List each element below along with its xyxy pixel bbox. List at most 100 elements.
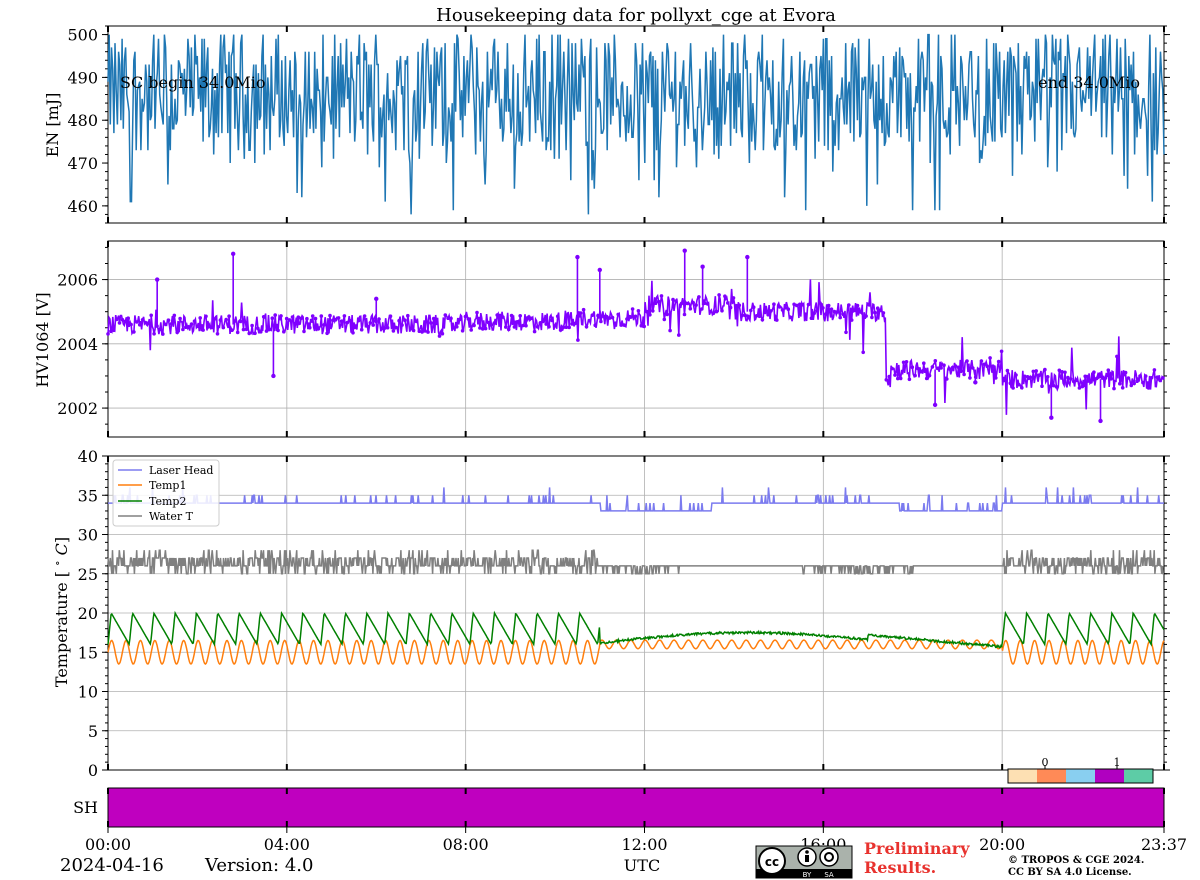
hv-point [1089, 380, 1093, 384]
hv-point [726, 301, 730, 305]
hv-point [440, 331, 445, 336]
hv-spike-point [154, 277, 160, 282]
hv-point [751, 305, 756, 310]
preliminary-line2: Results. [864, 858, 936, 877]
hv-point [662, 317, 667, 322]
hv-point [728, 305, 733, 310]
hv-point [979, 359, 984, 363]
hv-point [648, 313, 652, 317]
hv-point [175, 330, 179, 335]
hv-point [339, 319, 344, 324]
hv-panel: 2002 2004 2006 HV1064 [V] [33, 240, 1170, 438]
hv-point [697, 295, 701, 299]
hv-point [642, 324, 646, 329]
hv-point [991, 364, 995, 369]
hv-point [847, 303, 851, 307]
hv-point [806, 302, 811, 307]
hv-point [890, 366, 894, 371]
hv-point [158, 327, 162, 332]
y-tick-label: 20 [78, 604, 98, 623]
hv-point [818, 301, 822, 305]
hv-point [789, 315, 793, 320]
hv-point [705, 302, 710, 306]
chart-title: Housekeeping data for pollyxt_cge at Evo… [436, 5, 836, 26]
hv-point [149, 313, 153, 318]
hv-point [884, 378, 889, 382]
hv-point [578, 311, 583, 315]
hv-point [1017, 382, 1021, 387]
hv-point [584, 325, 589, 329]
hv-point [815, 309, 819, 313]
hv-point [645, 309, 649, 314]
hv-point [406, 313, 410, 318]
hv-point [924, 376, 929, 381]
hv-point [800, 303, 805, 307]
y-tick-label: 2006 [57, 271, 98, 290]
hv-point [1043, 367, 1047, 372]
hv-point [777, 305, 782, 309]
hv-point [449, 316, 453, 321]
hv-point [443, 313, 448, 317]
hv-point [1080, 384, 1085, 389]
hv-point [809, 316, 814, 321]
hv-point [1097, 372, 1102, 376]
hv-point [230, 328, 234, 333]
hv-point [1103, 376, 1108, 380]
hv-point [414, 319, 419, 324]
hv-spike-point [1098, 418, 1103, 424]
hv-point [354, 324, 358, 328]
hv-point [504, 325, 508, 329]
hv-ylabel: HV1064 [V] [33, 292, 52, 387]
hv-point [849, 318, 854, 322]
hv-point [613, 321, 618, 326]
hv-point [244, 327, 249, 332]
hv-point [212, 317, 217, 321]
x-tick-label: 08:00 [443, 835, 489, 854]
footer-version: Version: 4.0 [204, 855, 313, 876]
hv-point [780, 308, 785, 312]
hv-point [429, 321, 433, 325]
footer-date: 2024-04-16 [60, 855, 164, 876]
hv-point [515, 320, 520, 324]
hv-point [769, 309, 773, 313]
hv-point [1161, 376, 1165, 380]
hv-point [737, 303, 742, 308]
hv-point [302, 329, 306, 334]
hv-point [826, 303, 831, 308]
status-colorbar: 0 1 [1007, 756, 1154, 784]
hv-point [775, 318, 779, 322]
y-tick-label: 25 [78, 565, 98, 584]
hv-point [651, 309, 655, 313]
hv-point [659, 294, 664, 298]
hv-point [691, 300, 695, 305]
hv-point [835, 310, 840, 314]
hv-point [486, 320, 491, 325]
hv-point [700, 307, 704, 311]
by-icon-head [805, 850, 809, 854]
hv-point [1005, 368, 1010, 373]
energy-ylabel: EN [mJ] [43, 93, 62, 158]
energy-annotation-end: end 34.0Mio [1038, 73, 1140, 92]
hv-point [893, 373, 897, 377]
hv-point [962, 372, 966, 377]
hv-point [1020, 385, 1024, 390]
water-t-line [107, 549, 1164, 575]
hv-point [152, 332, 156, 336]
hv-point [166, 318, 171, 323]
hv-point [1037, 373, 1041, 378]
hv-point [1132, 381, 1136, 386]
hv-point [916, 366, 920, 371]
y-tick-label: 470 [67, 154, 98, 173]
hv-point [858, 310, 863, 314]
hv-point [305, 316, 309, 321]
hv-point [308, 325, 312, 330]
hv-point [218, 318, 223, 322]
by-icon-body [805, 855, 809, 862]
sa-icon [819, 847, 839, 867]
hv-point [270, 316, 275, 321]
colorbar-swatch [1008, 769, 1037, 783]
hv-point [731, 296, 736, 300]
hv-point [1143, 374, 1148, 378]
hv-point [567, 325, 571, 330]
hv-point [135, 320, 139, 324]
